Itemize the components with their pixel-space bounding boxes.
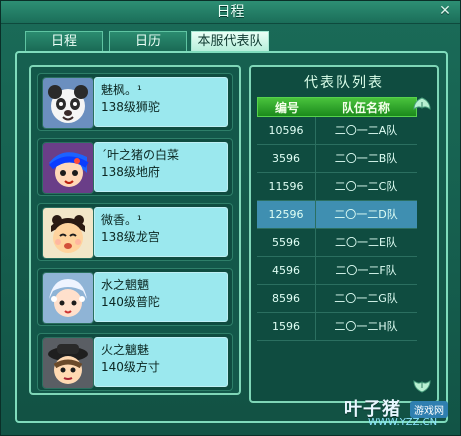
member-card-2[interactable]: ˊ叶之猪の白菜 138级地府 [37, 138, 233, 196]
table-row-selected[interactable]: 12596 二〇一二D队 [257, 201, 417, 229]
watermark-badge: 游戏网 [410, 401, 448, 418]
team-id: 5596 [272, 236, 300, 249]
blue-hair-avatar-icon [43, 143, 93, 193]
team-id: 11596 [268, 180, 304, 193]
member-info-5: 火之魑魅 140级方寸 [94, 337, 228, 387]
table-row[interactable]: 3596 二〇一二B队 [257, 145, 417, 173]
watermark-logo: 叶子猪 游戏网 WWW.YZZ.CN [344, 395, 448, 428]
member-desc: 140级方寸 [101, 360, 160, 374]
girl-avatar-icon [43, 208, 93, 258]
header-team-name: 队伍名称 [341, 101, 390, 115]
tab-server-team-label: 本服代表队 [197, 34, 263, 49]
team-list-title: 代表队列表 [304, 75, 384, 91]
table-row[interactable]: 5596 二〇一二E队 [257, 229, 417, 257]
white-hair-avatar-icon [43, 273, 93, 323]
panda-avatar-icon [43, 78, 93, 128]
team-name: 二〇一二B队 [334, 152, 398, 165]
member-info-1: 魅枫。¹ 138级狮驼 [94, 77, 228, 127]
team-id: 1596 [272, 320, 300, 333]
team-name: 二〇一二H队 [334, 320, 398, 333]
team-name: 二〇一二F队 [335, 264, 397, 277]
window-titlebar: 日程 ✕ [1, 1, 460, 24]
watermark-url: WWW.YZZ.CN [368, 417, 438, 428]
window-title: 日程 [216, 4, 245, 20]
table-row[interactable]: 11596 二〇一二C队 [257, 173, 417, 201]
table-row[interactable]: 1596 二〇一二H队 [257, 313, 417, 341]
team-name: 二〇一二A队 [334, 124, 398, 137]
white-hair-avatar [42, 272, 94, 324]
team-id: 12596 [268, 208, 304, 221]
team-table-header: 编号 队伍名称 [257, 97, 417, 117]
member-desc: 140级普陀 [101, 295, 160, 309]
tab-schedule-label: 日程 [50, 34, 77, 49]
member-card-1[interactable]: 魅枫。¹ 138级狮驼 [37, 73, 233, 131]
girl-avatar [42, 207, 94, 259]
hat-avatar-icon [43, 338, 93, 388]
member-name: 水之魍魉 [101, 278, 150, 292]
tab-calendar[interactable]: 日历 [109, 31, 187, 51]
member-info-2: ˊ叶之猪の白菜 138级地府 [94, 142, 228, 192]
team-name: 二〇一二D队 [334, 208, 398, 221]
table-row[interactable]: 10596 二〇一二A队 [257, 117, 417, 145]
tab-server-team[interactable]: 本服代表队 [191, 31, 269, 51]
member-card-4[interactable]: 水之魍魉 140级普陀 [37, 268, 233, 326]
panda-avatar [42, 77, 94, 129]
member-card-3[interactable]: 微香。¹ 138级龙宫 [37, 203, 233, 261]
scroll-up-icon[interactable] [413, 97, 431, 113]
member-list: 魅枫。¹ 138级狮驼 ˊ叶之猪の白菜 138级地府 微香。¹ 138级龙宫 水… [29, 65, 241, 395]
blue-hair-avatar [42, 142, 94, 194]
tab-calendar-label: 日历 [134, 34, 161, 49]
team-name: 二〇一二C队 [334, 180, 398, 193]
team-name: 二〇一二E队 [335, 236, 397, 249]
team-list-panel: 代表队列表 编号 队伍名称 10596 二〇一二A队 3596 二〇一二B队 1… [249, 65, 439, 403]
team-id: 10596 [268, 124, 304, 137]
member-name: 火之魑魅 [101, 343, 150, 357]
team-name: 二〇一二G队 [334, 292, 398, 305]
team-id: 4596 [272, 264, 300, 277]
member-info-4: 水之魍魉 140级普陀 [94, 272, 228, 322]
member-desc: 138级地府 [101, 165, 160, 179]
team-id: 3596 [272, 152, 300, 165]
close-icon[interactable]: ✕ [436, 2, 454, 20]
scroll-down-icon[interactable] [413, 377, 431, 393]
table-row[interactable]: 4596 二〇一二F队 [257, 257, 417, 285]
team-id: 8596 [272, 292, 300, 305]
member-name: ˊ叶之猪の白菜 [101, 148, 180, 162]
hat-avatar [42, 337, 94, 389]
schedule-window: 日程 ✕ 日程 日历 本服代表队 魅枫。¹ 138级狮驼 ˊ叶之猪の白菜 138… [0, 0, 461, 436]
header-id: 编号 [274, 101, 299, 115]
tab-schedule[interactable]: 日程 [25, 31, 103, 51]
member-info-3: 微香。¹ 138级龙宫 [94, 207, 228, 257]
member-card-5[interactable]: 火之魑魅 140级方寸 [37, 333, 233, 391]
member-desc: 138级狮驼 [101, 100, 160, 114]
member-name: 魅枫。¹ [101, 83, 142, 97]
member-name: 微香。¹ [101, 213, 142, 227]
member-desc: 138级龙宫 [101, 230, 160, 244]
table-row[interactable]: 8596 二〇一二G队 [257, 285, 417, 313]
